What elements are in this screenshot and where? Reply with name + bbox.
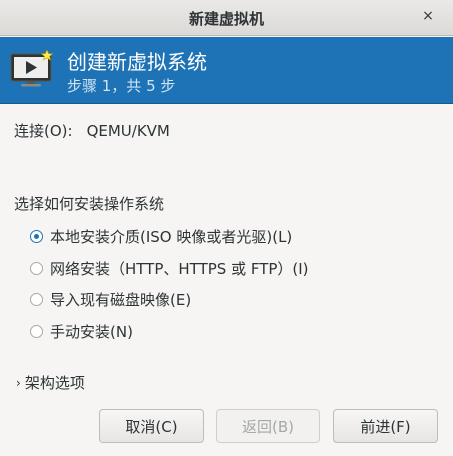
monitor-icon	[10, 50, 54, 87]
connection-row: 连接(O): QEMU/KVM	[14, 120, 170, 141]
connection-label: 连接(O):	[14, 122, 73, 140]
chevron-right-icon: ›	[16, 375, 21, 390]
window-title: 新建虚拟机	[188, 10, 264, 28]
arch-options-expander[interactable]: › 架构选项	[16, 372, 85, 393]
radio-button-checked[interactable]	[30, 229, 43, 243]
close-icon[interactable]: ×	[419, 7, 437, 25]
arch-options-label: 架构选项	[24, 374, 85, 392]
install-method-label: 选择如何安装操作系统	[14, 195, 165, 213]
radio-manual-install[interactable]: 手动安装(N)	[30, 320, 133, 342]
radio-label: 导入现有磁盘映像(E)	[50, 290, 192, 309]
radio-label: 手动安装(N)	[50, 322, 133, 341]
radio-button[interactable]	[30, 261, 43, 275]
radio-import-disk[interactable]: 导入现有磁盘映像(E)	[30, 288, 191, 310]
title-bar: 新建虚拟机 ×	[0, 0, 453, 36]
connection-value: QEMU/KVM	[86, 122, 170, 140]
header-title: 创建新虚拟系统	[67, 50, 207, 74]
header-subtitle: 步骤 1，共 5 步	[67, 77, 176, 95]
radio-button[interactable]	[30, 324, 43, 338]
radio-button[interactable]	[30, 292, 43, 306]
radio-label: 网络安装（HTTP、HTTPS 或 FTP）(I)	[50, 259, 309, 278]
radio-label: 本地安装介质(ISO 映像或者光驱)(L)	[50, 227, 293, 246]
wizard-header: 创建新虚拟系统 步骤 1，共 5 步	[0, 37, 453, 104]
radio-network-install[interactable]: 网络安装（HTTP、HTTPS 或 FTP）(I)	[30, 257, 309, 279]
back-button[interactable]: 返回(B)	[216, 409, 320, 443]
cancel-button[interactable]: 取消(C)	[99, 409, 204, 443]
radio-local-media[interactable]: 本地安装介质(ISO 映像或者光驱)(L)	[30, 225, 292, 247]
forward-button[interactable]: 前进(F)	[333, 409, 438, 443]
